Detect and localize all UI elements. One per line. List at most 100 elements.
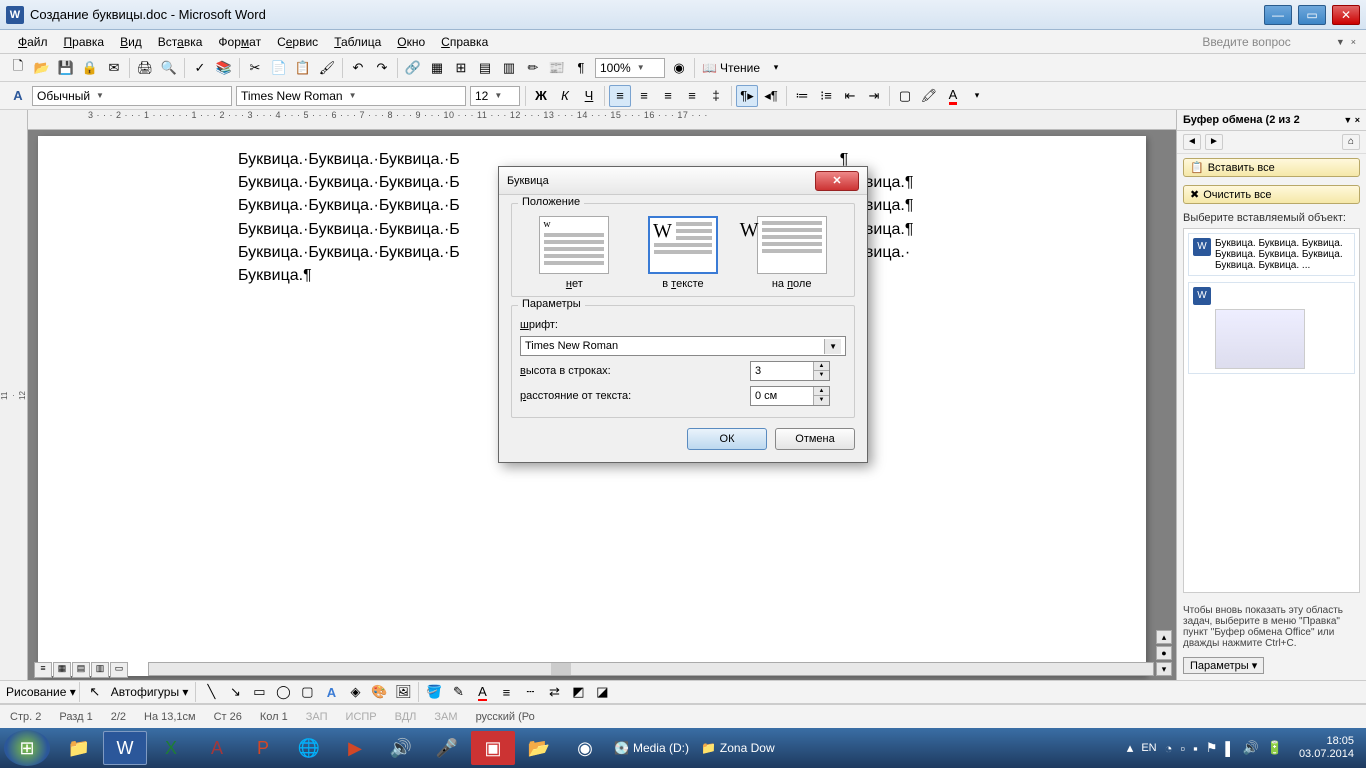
menu-view[interactable]: Вид <box>112 33 150 51</box>
diagram-icon[interactable]: ◈ <box>344 681 366 703</box>
next-page-icon[interactable]: ▾ <box>1156 662 1172 676</box>
word-taskbar-icon[interactable]: W <box>103 731 147 765</box>
tables-borders-icon[interactable]: ▦ <box>426 57 448 79</box>
dash-style-icon[interactable]: ┄ <box>519 681 541 703</box>
mic-taskbar-icon[interactable]: 🎤 <box>425 731 469 765</box>
save-icon[interactable]: 💾 <box>55 57 77 79</box>
wordart-icon[interactable]: A <box>320 681 342 703</box>
status-language[interactable]: русский (Ро <box>476 711 535 723</box>
ltr-icon[interactable]: ¶▸ <box>736 85 758 107</box>
clear-all-button[interactable]: ✖ Очистить все <box>1183 185 1360 204</box>
cancel-button[interactable]: Отмена <box>775 428 855 450</box>
dropcap-none-option[interactable]: w нет <box>539 216 609 290</box>
menu-close-icon[interactable]: × <box>1351 37 1356 47</box>
clipboard-item[interactable]: W Буквица. Буквица. Буквица. Буквица. Бу… <box>1188 233 1355 276</box>
tray-icon[interactable]: ▫ <box>1180 741 1185 756</box>
inc-indent-icon[interactable]: ⇥ <box>863 85 885 107</box>
line-icon[interactable]: ╲ <box>200 681 222 703</box>
access-taskbar-icon[interactable]: A <box>195 731 239 765</box>
borders-icon[interactable]: ▢ <box>894 85 916 107</box>
bullets-icon[interactable]: ⁝≡ <box>815 85 837 107</box>
size-combo[interactable]: 12▼ <box>470 86 520 106</box>
format-painter-icon[interactable]: 🖌 <box>316 57 338 79</box>
open-icon[interactable]: 📂 <box>31 57 53 79</box>
reading-mode-button[interactable]: 📖 Чтение <box>698 61 764 75</box>
menu-insert[interactable]: Вставка <box>150 33 211 51</box>
line-color-icon[interactable]: ✎ <box>447 681 469 703</box>
minimize-button[interactable]: — <box>1264 5 1292 25</box>
rectangle-icon[interactable]: ▭ <box>248 681 270 703</box>
clipart-icon[interactable]: 🎨 <box>368 681 390 703</box>
autoshapes-menu[interactable]: Автофигуры ▾ <box>107 685 193 699</box>
picture-icon[interactable]: 🖼 <box>392 681 414 703</box>
spin-down-icon[interactable]: ▼ <box>813 396 829 405</box>
spell-icon[interactable]: ✓ <box>189 57 211 79</box>
maximize-button[interactable]: ▭ <box>1298 5 1326 25</box>
align-justify-icon[interactable]: ≡ <box>681 85 703 107</box>
font-combo[interactable]: Times New Roman▼ <box>236 86 466 106</box>
question-dropdown-icon[interactable]: ▼ <box>1336 37 1345 47</box>
insert-table-icon[interactable]: ⊞ <box>450 57 472 79</box>
presentation-taskbar-icon[interactable]: ▶ <box>333 731 377 765</box>
status-ovr[interactable]: ЗАМ <box>434 711 457 723</box>
clipboard-item[interactable]: W <box>1188 282 1355 374</box>
numbering-icon[interactable]: ≔ <box>791 85 813 107</box>
tray-icon[interactable]: ◔ <box>1165 741 1173 756</box>
excel-icon[interactable]: ▤ <box>474 57 496 79</box>
status-ext[interactable]: ВДЛ <box>395 711 417 723</box>
reading-view-icon[interactable]: ▭ <box>110 662 128 678</box>
select-objects-icon[interactable]: ↖ <box>84 681 106 703</box>
cut-icon[interactable]: ✂ <box>244 57 266 79</box>
web-view-icon[interactable]: ▦ <box>53 662 71 678</box>
volume-taskbar-icon[interactable]: 🔊 <box>379 731 423 765</box>
zoom-combo[interactable]: 100%▼ <box>595 58 665 78</box>
dec-indent-icon[interactable]: ⇤ <box>839 85 861 107</box>
line-style-icon[interactable]: ≡ <box>495 681 517 703</box>
menu-tools[interactable]: Сервис <box>269 33 326 51</box>
arrow-icon[interactable]: ↘ <box>224 681 246 703</box>
tray-flag-icon[interactable]: ⚑ <box>1206 740 1218 756</box>
horizontal-scrollbar[interactable] <box>148 662 1154 676</box>
research-icon[interactable]: 📚 <box>213 57 235 79</box>
show-marks-icon[interactable]: ¶ <box>570 57 592 79</box>
tray-icon[interactable]: ▪ <box>1193 741 1198 756</box>
paste-all-button[interactable]: 📋 Вставить все <box>1183 158 1360 177</box>
italic-icon[interactable]: К <box>554 85 576 107</box>
help-icon[interactable]: ◉ <box>668 57 690 79</box>
dialog-close-button[interactable]: ✕ <box>815 171 859 191</box>
browse-object-icon[interactable]: ● <box>1156 646 1172 660</box>
spin-down-icon[interactable]: ▼ <box>813 371 829 380</box>
dialog-titlebar[interactable]: Буквица ✕ <box>499 167 867 195</box>
start-button[interactable]: ⊞ <box>4 730 50 766</box>
3d-icon[interactable]: ◪ <box>591 681 613 703</box>
align-center-icon[interactable]: ≡ <box>633 85 655 107</box>
tray-chevron-icon[interactable]: ▴ <box>1127 740 1134 756</box>
browser-taskbar-icon[interactable]: 🌐 <box>287 731 331 765</box>
rtl-icon[interactable]: ◂¶ <box>760 85 782 107</box>
outline-view-icon[interactable]: ▥ <box>91 662 109 678</box>
spin-up-icon[interactable]: ▲ <box>813 362 829 371</box>
drawing-menu[interactable]: Рисование ▾ <box>6 685 76 699</box>
app1-taskbar-icon[interactable]: ▣ <box>471 731 515 765</box>
drawing-toggle-icon[interactable]: ✏ <box>522 57 544 79</box>
height-spinner[interactable]: 3▲▼ <box>750 361 830 381</box>
redo-icon[interactable]: ↷ <box>371 57 393 79</box>
ok-button[interactable]: ОК <box>687 428 767 450</box>
docmap-icon[interactable]: 📰 <box>546 57 568 79</box>
font-color2-icon[interactable]: A <box>471 681 493 703</box>
hyperlink-icon[interactable]: 🔗 <box>402 57 424 79</box>
line-spacing-icon[interactable]: ‡ <box>705 85 727 107</box>
folder-taskbar-icon[interactable]: 📂 <box>517 731 561 765</box>
taskpane-fwd-icon[interactable]: ► <box>1205 134 1223 150</box>
undo-icon[interactable]: ↶ <box>347 57 369 79</box>
new-doc-icon[interactable]: 🗋 <box>7 57 29 79</box>
copy-icon[interactable]: 📄 <box>268 57 290 79</box>
taskpane-home-icon[interactable]: ⌂ <box>1342 134 1360 150</box>
textbox-icon[interactable]: ▢ <box>296 681 318 703</box>
print-icon[interactable]: 🖨 <box>134 57 156 79</box>
taskpane-dropdown-icon[interactable]: ▼ × <box>1343 115 1360 125</box>
distance-spinner[interactable]: 0 см▲▼ <box>750 386 830 406</box>
excel-taskbar-icon[interactable]: X <box>149 731 193 765</box>
zona-taskbar-item[interactable]: 📁 Zona Dow <box>695 741 781 755</box>
arrow-style-icon[interactable]: ⇄ <box>543 681 565 703</box>
